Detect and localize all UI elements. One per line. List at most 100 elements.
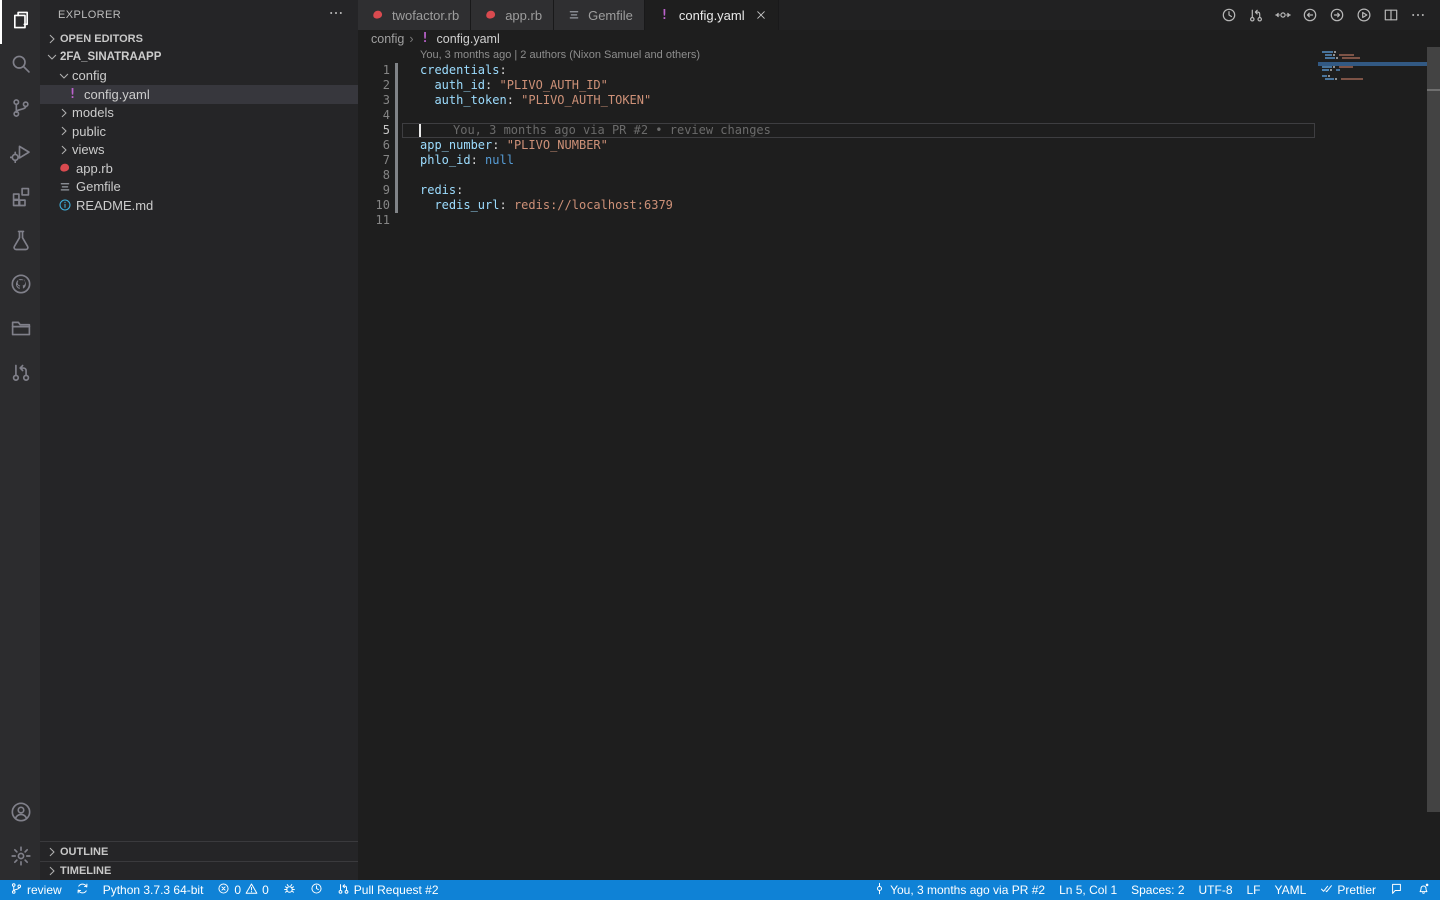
- extensions-icon: [10, 185, 32, 212]
- close-icon[interactable]: [755, 9, 767, 21]
- status-pull-request[interactable]: Pull Request #2: [337, 880, 439, 900]
- branch-icon: [10, 882, 23, 898]
- more-actions-icon[interactable]: [328, 5, 344, 24]
- code-editor[interactable]: You, 3 months ago | 2 authors (Nixon Sam…: [358, 47, 1440, 880]
- previous-change-icon[interactable]: [1302, 7, 1318, 23]
- tree-item-2fa-sinatraapp[interactable]: 2FA_SINATRAAPP: [40, 48, 358, 67]
- pull-request-icon: [337, 882, 350, 898]
- tree-item-config-yaml[interactable]: !config.yaml: [40, 85, 358, 104]
- compare-changes-icon[interactable]: [1275, 7, 1291, 23]
- status-feedback[interactable]: [1390, 880, 1403, 900]
- line-number: 6: [358, 138, 390, 153]
- code-line-6[interactable]: 6app_number: "PLIVO_NUMBER": [358, 138, 1440, 153]
- next-change-icon[interactable]: [1329, 7, 1345, 23]
- more-actions-icon[interactable]: [1410, 7, 1426, 23]
- code-token: [499, 138, 506, 152]
- status-indentation[interactable]: Spaces: 2: [1131, 880, 1184, 900]
- source-control-icon: [10, 97, 32, 124]
- line-content: redis_url: redis://localhost:6379: [390, 198, 673, 213]
- minimap-line: [1334, 51, 1336, 53]
- activity-testing[interactable]: [0, 220, 40, 264]
- activity-source-control[interactable]: [0, 88, 40, 132]
- line-number: 7: [358, 153, 390, 168]
- tree-item-label: public: [72, 124, 106, 139]
- status-notifications[interactable]: [1417, 880, 1430, 900]
- activity-search[interactable]: [0, 44, 40, 88]
- activity-explorer[interactable]: [0, 0, 40, 44]
- minimap-line: [1328, 75, 1330, 77]
- activity-bar: [0, 0, 40, 880]
- code-line-8[interactable]: 8: [358, 168, 1440, 183]
- activity-accounts[interactable]: [0, 792, 40, 836]
- status-language-mode[interactable]: YAML: [1275, 880, 1307, 900]
- line-number: 2: [358, 78, 390, 93]
- status-eol[interactable]: LF: [1247, 880, 1261, 900]
- activity-remote-explorer[interactable]: [0, 308, 40, 352]
- history-icon[interactable]: [1221, 7, 1237, 23]
- tree-item-public[interactable]: public: [40, 122, 358, 141]
- codelens-authors[interactable]: You, 3 months ago | 2 authors (Nixon Sam…: [358, 47, 1440, 63]
- minimap[interactable]: [1318, 49, 1427, 189]
- breadcrumb-folder[interactable]: config: [371, 32, 404, 46]
- status-pull-request-text: Pull Request #2: [354, 883, 439, 897]
- code-token: redis: [420, 183, 456, 197]
- tab-gemfile[interactable]: Gemfile: [554, 0, 645, 30]
- scrollbar[interactable]: [1427, 47, 1440, 812]
- ruby-icon: [482, 8, 499, 22]
- code-line-11[interactable]: 11: [358, 213, 1440, 228]
- tree-item-readme-md[interactable]: README.md: [40, 196, 358, 215]
- status-bug[interactable]: [283, 880, 296, 900]
- status-branch[interactable]: review: [10, 880, 62, 900]
- tree-item-models[interactable]: models: [40, 104, 358, 123]
- code-line-1[interactable]: 1credentials:: [358, 63, 1440, 78]
- status-cursor-position[interactable]: Ln 5, Col 1: [1059, 880, 1117, 900]
- activity-github-pull-requests[interactable]: [0, 352, 40, 396]
- status-blame[interactable]: You, 3 months ago via PR #2: [873, 880, 1045, 900]
- play-circle-icon[interactable]: [1356, 7, 1372, 23]
- timeline-section[interactable]: TIMELINE: [40, 861, 358, 880]
- tab-config-yaml[interactable]: !config.yaml: [645, 0, 779, 30]
- line-content: phlo_id: null: [390, 153, 514, 168]
- status-python-version[interactable]: Python 3.7.3 64-bit: [103, 880, 204, 900]
- split-editor-icon[interactable]: [1383, 7, 1399, 23]
- status-sync[interactable]: [76, 880, 89, 900]
- activity-run-and-debug[interactable]: [0, 132, 40, 176]
- tree-item-views[interactable]: views: [40, 141, 358, 160]
- code-line-4[interactable]: 4: [358, 108, 1440, 123]
- sync-icon: [76, 882, 89, 898]
- pull-request-icon[interactable]: [1248, 7, 1264, 23]
- line-number: 8: [358, 168, 390, 183]
- code-line-5[interactable]: 5You, 3 months ago via PR #2 • review ch…: [358, 123, 1440, 138]
- chevron-right-icon: [56, 124, 72, 138]
- activity-github[interactable]: [0, 264, 40, 308]
- tree-item-config[interactable]: config: [40, 67, 358, 86]
- outline-section[interactable]: OUTLINE: [40, 842, 358, 861]
- status-formatter[interactable]: Prettier: [1320, 880, 1376, 900]
- minimap-line: [1335, 78, 1337, 80]
- status-problems-text: 0: [262, 883, 269, 897]
- tab-twofactor-rb[interactable]: twofactor.rb: [358, 0, 471, 30]
- warning-icon: !: [656, 8, 673, 23]
- tabs: twofactor.rbapp.rbGemfile!config.yaml: [358, 0, 779, 30]
- minimap-line: [1333, 66, 1335, 68]
- open-editors-section[interactable]: OPEN EDITORS: [40, 29, 358, 48]
- minimap-line: [1325, 57, 1335, 59]
- tab-app-rb[interactable]: app.rb: [471, 0, 554, 30]
- code-line-7[interactable]: 7phlo_id: null: [358, 153, 1440, 168]
- code-line-10[interactable]: 10 redis_url: redis://localhost:6379: [358, 198, 1440, 213]
- tree-item-app-rb[interactable]: app.rb: [40, 159, 358, 178]
- status-timer[interactable]: [310, 880, 323, 900]
- code-token: :: [471, 153, 478, 167]
- status-bar-left: review Python 3.7.3 64-bit 00 Pull Request …: [10, 880, 439, 900]
- code-line-2[interactable]: 2 auth_id: "PLIVO_AUTH_ID": [358, 78, 1440, 93]
- breadcrumb-file[interactable]: config.yaml: [437, 32, 500, 46]
- code-line-3[interactable]: 3 auth_token: "PLIVO_AUTH_TOKEN": [358, 93, 1440, 108]
- code-line-9[interactable]: 9redis:: [358, 183, 1440, 198]
- status-encoding[interactable]: UTF-8: [1199, 880, 1233, 900]
- activity-extensions[interactable]: [0, 176, 40, 220]
- status-problems[interactable]: 00: [217, 880, 268, 900]
- testing-icon: [10, 229, 32, 256]
- activity-manage[interactable]: [0, 836, 40, 880]
- tree-item-gemfile[interactable]: Gemfile: [40, 178, 358, 197]
- tree-item-label: config: [72, 68, 107, 83]
